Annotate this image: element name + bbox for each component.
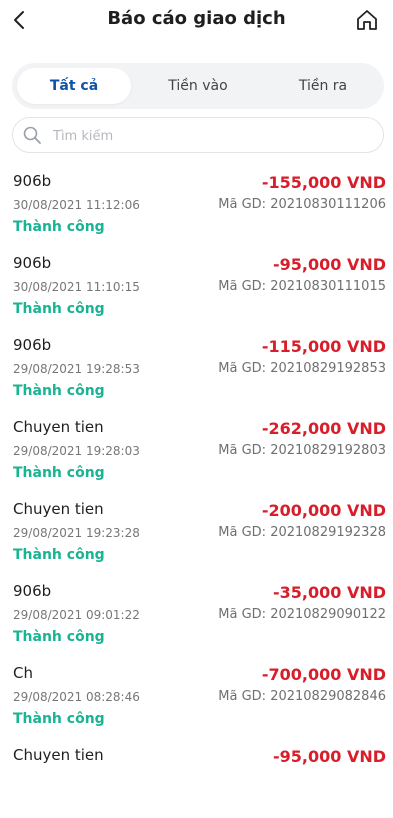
transaction-time: 29/08/2021 19:28:53: [13, 362, 140, 376]
home-icon[interactable]: [355, 8, 379, 32]
transaction-time: 29/08/2021 19:23:28: [13, 526, 140, 540]
search-bar: [12, 117, 384, 154]
ref-label: Mã GD:: [218, 689, 267, 704]
ref-code: 20210829192328: [270, 525, 386, 540]
transaction-ref: Mã GD: 20210830111015: [218, 279, 386, 294]
transaction-amount: -115,000 VND: [261, 337, 386, 356]
transaction-row[interactable]: 906b -95,000 VND 30/08/2021 11:10:15 Mã …: [0, 244, 393, 326]
transaction-amount: -35,000 VND: [272, 583, 386, 602]
transaction-status: Thành công: [13, 547, 105, 563]
transaction-time: 29/08/2021 08:28:46: [13, 690, 140, 704]
transaction-row[interactable]: Chuyen tien -95,000 VND: [0, 736, 393, 818]
transaction-status: Thành công: [13, 383, 105, 399]
header: Báo cáo giao dịch: [0, 0, 393, 44]
ref-label: Mã GD:: [218, 607, 267, 622]
transaction-status: Thành công: [13, 465, 105, 481]
ref-label: Mã GD:: [218, 279, 267, 294]
transaction-name: 906b: [13, 172, 52, 190]
transaction-name: Chuyen tien: [13, 746, 104, 764]
ref-label: Mã GD:: [218, 361, 267, 376]
transaction-name: 906b: [13, 582, 52, 600]
transaction-name: Chuyen tien: [13, 418, 104, 436]
transaction-amount: -95,000 VND: [272, 255, 386, 274]
transaction-row[interactable]: 906b -35,000 VND 29/08/2021 09:01:22 Mã …: [0, 572, 393, 654]
tab-outgoing[interactable]: Tiền ra: [262, 68, 384, 104]
ref-label: Mã GD:: [218, 443, 267, 458]
ref-label: Mã GD:: [218, 197, 267, 212]
transaction-time: 29/08/2021 19:28:03: [13, 444, 140, 458]
transaction-status: Thành công: [13, 629, 105, 645]
transaction-ref: Mã GD: 20210829192853: [218, 361, 386, 376]
transaction-name: Chuyen tien: [13, 500, 104, 518]
transaction-amount: -700,000 VND: [261, 665, 386, 684]
page-title: Báo cáo giao dịch: [107, 8, 286, 29]
transaction-name: Ch: [13, 664, 33, 682]
ref-code: 20210829192803: [270, 443, 386, 458]
transaction-time: 30/08/2021 11:12:06: [13, 198, 140, 212]
transaction-status: Thành công: [13, 301, 105, 317]
ref-code: 20210829090122: [270, 607, 386, 622]
transaction-name: 906b: [13, 336, 52, 354]
ref-code: 20210830111206: [270, 197, 386, 212]
transaction-status: Thành công: [13, 219, 105, 235]
ref-code: 20210829082846: [270, 689, 386, 704]
ref-code: 20210830111015: [270, 279, 386, 294]
transaction-time: 29/08/2021 09:01:22: [13, 608, 140, 622]
transaction-amount: -262,000 VND: [261, 419, 386, 438]
transaction-amount: -200,000 VND: [261, 501, 386, 520]
transaction-row[interactable]: 906b -155,000 VND 30/08/2021 11:12:06 Mã…: [0, 162, 393, 244]
transaction-name: 906b: [13, 254, 52, 272]
search-input[interactable]: [51, 118, 375, 154]
transaction-ref: Mã GD: 20210829192328: [218, 525, 386, 540]
ref-label: Mã GD:: [218, 525, 267, 540]
transaction-row[interactable]: Chuyen tien -262,000 VND 29/08/2021 19:2…: [0, 408, 393, 490]
tab-all[interactable]: Tất cả: [17, 68, 131, 104]
tab-incoming[interactable]: Tiền vào: [136, 68, 260, 104]
transaction-ref: Mã GD: 20210829090122: [218, 607, 386, 622]
transaction-amount: -155,000 VND: [261, 173, 386, 192]
transaction-row[interactable]: Chuyen tien -200,000 VND 29/08/2021 19:2…: [0, 490, 393, 572]
transaction-status: Thành công: [13, 711, 105, 727]
transaction-ref: Mã GD: 20210829082846: [218, 689, 386, 704]
transaction-row[interactable]: Ch -700,000 VND 29/08/2021 08:28:46 Mã G…: [0, 654, 393, 736]
transaction-ref: Mã GD: 20210829192803: [218, 443, 386, 458]
transaction-row[interactable]: 906b -115,000 VND 29/08/2021 19:28:53 Mã…: [0, 326, 393, 408]
filter-tabs: Tất cả Tiền vào Tiền ra: [12, 63, 384, 109]
transaction-ref: Mã GD: 20210830111206: [218, 197, 386, 212]
ref-code: 20210829192853: [270, 361, 386, 376]
search-icon: [23, 126, 41, 144]
transaction-time: 30/08/2021 11:10:15: [13, 280, 140, 294]
transaction-amount: -95,000 VND: [272, 747, 386, 766]
